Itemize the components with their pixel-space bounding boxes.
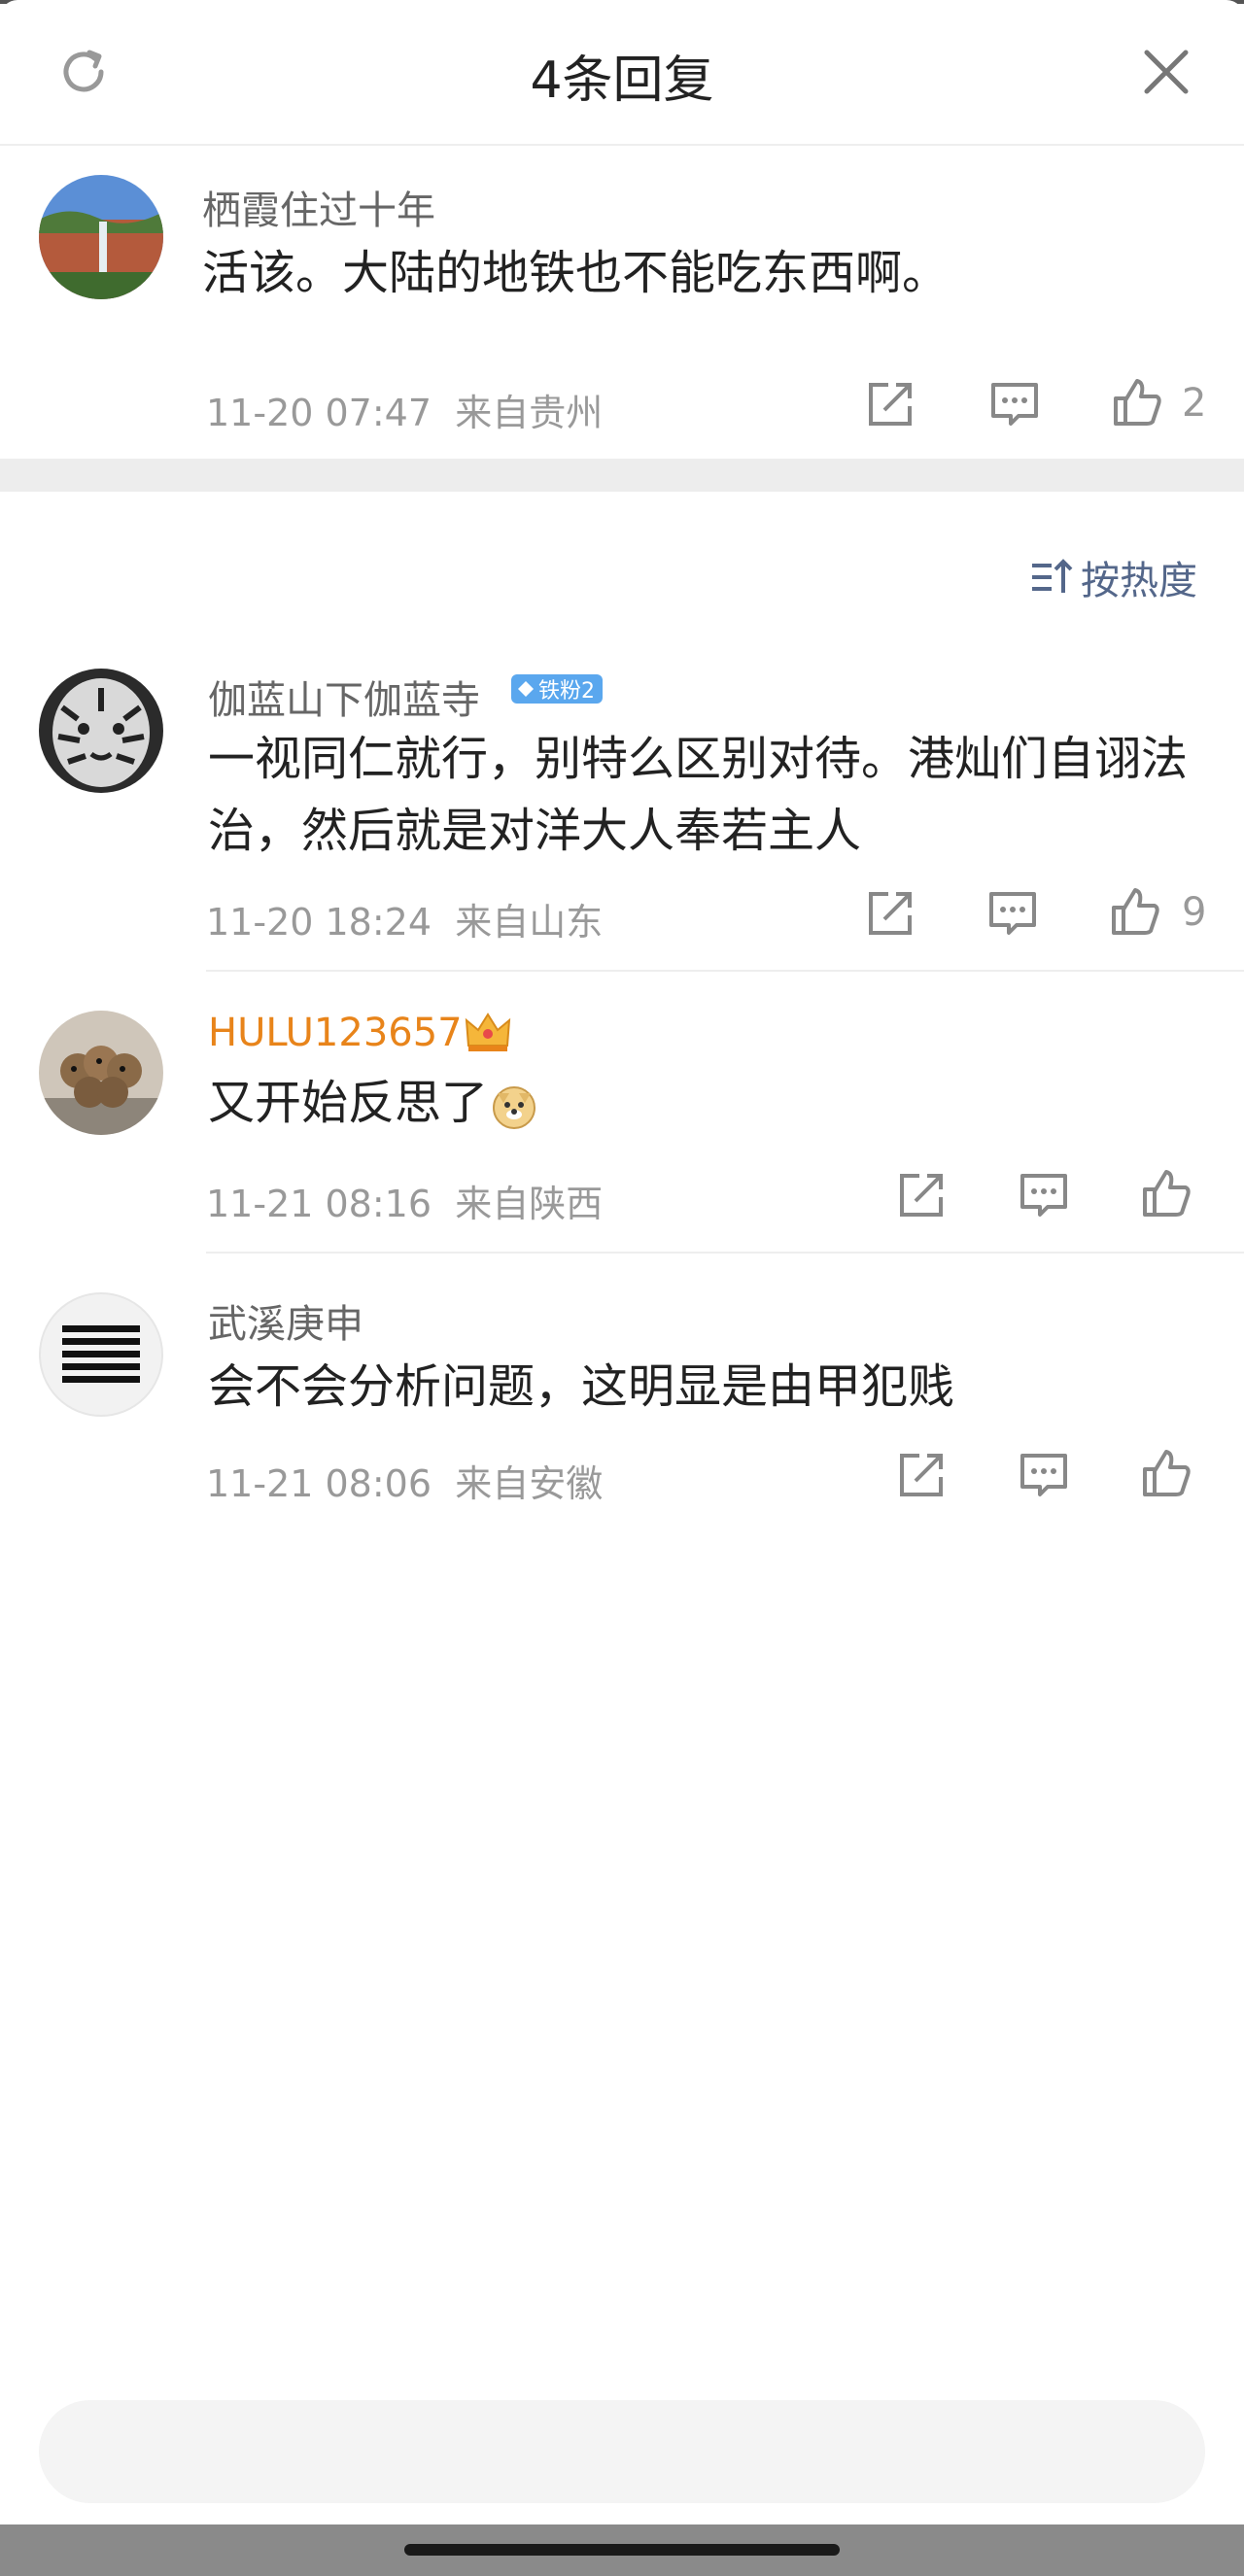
comment-meta: 11-21 08:06 来自安徽 [206,1454,603,1507]
fan-badge: 铁粉2 [511,674,603,704]
avatar[interactable] [39,1292,163,1417]
share-icon[interactable] [863,886,917,941]
comment-meta: 11-20 18:24 来自山东 [206,892,603,945]
crown-icon [465,1013,511,1051]
username[interactable]: 栖霞住过十年 [202,179,435,235]
comment-text: 活该。大陆的地铁也不能吃东西啊。 [202,246,950,300]
avatar[interactable] [39,1011,163,1135]
comment-text: 又开始反思了 [208,1067,538,1139]
comment-time: 11-21 08:06 [206,1462,432,1505]
username-vip[interactable]: HULU123657 [208,1011,463,1055]
comment-icon[interactable] [1017,1448,1071,1502]
comment-location: 来自山东 [455,901,604,944]
comment-icon[interactable] [987,377,1042,431]
comment-time: 11-20 18:24 [206,901,432,944]
comment-time: 11-21 08:16 [206,1183,432,1225]
comment-icon[interactable] [985,886,1040,941]
comment-location: 来自安徽 [455,1462,604,1505]
like-icon[interactable] [1139,1166,1193,1220]
share-icon[interactable] [863,377,917,431]
like-icon[interactable] [1108,884,1162,939]
like-icon[interactable] [1110,375,1164,429]
avatar[interactable] [39,175,163,299]
like-count: 2 [1182,381,1207,426]
like-count: 9 [1182,890,1207,935]
section-separator [0,459,1244,492]
share-icon[interactable] [894,1168,949,1222]
doge-emoji-icon [493,1086,536,1129]
comment-meta: 11-20 07:47 来自贵州 [206,383,603,436]
divider [206,1252,1244,1254]
reply-input[interactable] [39,2400,1205,2503]
comment-icon[interactable] [1017,1168,1071,1222]
username[interactable]: 伽蓝山下伽蓝寺 [208,669,480,725]
page-title: 4条回复 [530,52,714,110]
home-indicator[interactable] [404,2544,840,2556]
diamond-icon [518,681,534,697]
comment-time: 11-20 07:47 [206,392,432,434]
comment-location: 来自贵州 [455,392,604,434]
sort-button[interactable]: 按热度 [1030,550,1197,604]
sort-icon [1032,559,1073,593]
avatar[interactable] [39,669,163,793]
share-icon[interactable] [894,1448,949,1502]
sort-label: 按热度 [1081,559,1197,603]
divider [206,970,1244,972]
comment-location: 来自陕西 [455,1183,604,1225]
comment-text: 会不会分析问题，这明显是由甲犯贱 [208,1359,955,1414]
comment-meta: 11-21 08:16 来自陕西 [206,1174,603,1227]
header: 4条回复 [0,0,1244,146]
username[interactable]: 武溪庚申 [208,1292,363,1349]
close-icon[interactable] [1137,43,1195,101]
comment-text: 一视同仁就行，别特么区别对待。港灿们自诩法 治，然后就是对洋大人奉若主人 [208,732,1189,858]
like-icon[interactable] [1139,1446,1193,1500]
